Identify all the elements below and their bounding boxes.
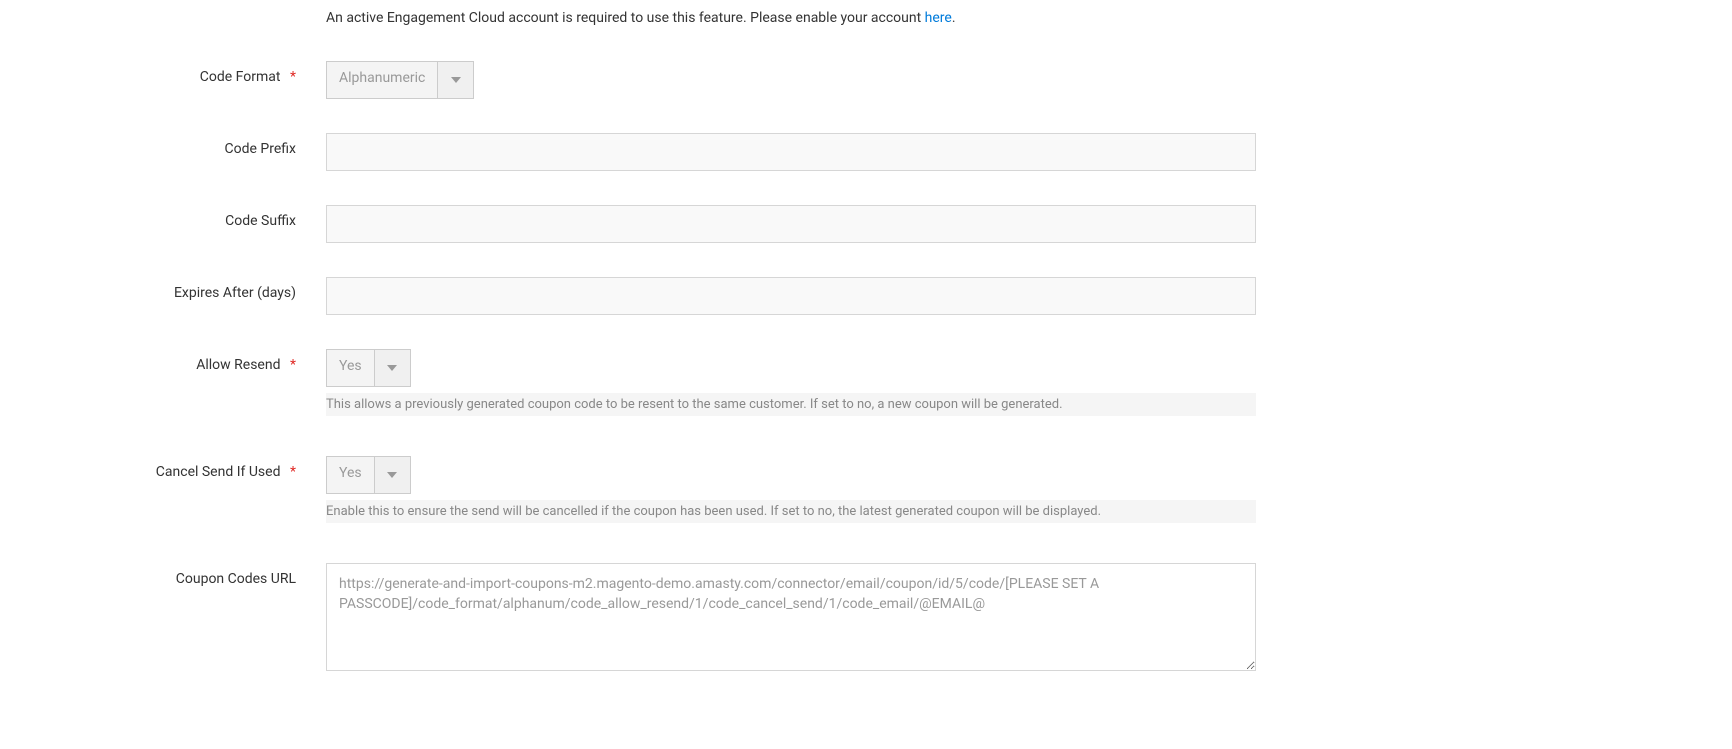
allow-resend-value: Yes [327, 350, 374, 386]
required-asterisk: * [290, 357, 296, 373]
chevron-down-icon [437, 62, 473, 98]
cancel-send-select[interactable]: Yes [326, 456, 411, 494]
allow-resend-help: This allows a previously generated coupo… [326, 393, 1256, 416]
notice-text-suffix: . [952, 10, 956, 26]
coupon-url-textarea[interactable] [326, 563, 1256, 671]
notice-text-prefix: An active Engagement Cloud account is re… [326, 10, 925, 26]
enable-account-link[interactable]: here [925, 10, 952, 26]
code-prefix-input[interactable] [326, 133, 1256, 171]
expires-after-label: Expires After (days) [0, 277, 326, 301]
cancel-send-value: Yes [327, 457, 374, 493]
allow-resend-label: Allow Resend * [0, 349, 326, 373]
chevron-down-icon [374, 350, 410, 386]
expires-after-input[interactable] [326, 277, 1256, 315]
chevron-down-icon [374, 457, 410, 493]
code-suffix-input[interactable] [326, 205, 1256, 243]
cancel-send-help: Enable this to ensure the send will be c… [326, 500, 1256, 523]
required-asterisk: * [290, 464, 296, 480]
cancel-send-label: Cancel Send If Used * [0, 456, 326, 480]
code-format-value: Alphanumeric [327, 62, 437, 98]
account-notice: An active Engagement Cloud account is re… [326, 10, 1732, 26]
coupon-url-label: Coupon Codes URL [0, 563, 326, 587]
allow-resend-select[interactable]: Yes [326, 349, 411, 387]
code-suffix-label: Code Suffix [0, 205, 326, 229]
code-prefix-label: Code Prefix [0, 133, 326, 157]
required-asterisk: * [290, 69, 296, 85]
code-format-select[interactable]: Alphanumeric [326, 61, 474, 99]
code-format-label: Code Format * [0, 61, 326, 85]
